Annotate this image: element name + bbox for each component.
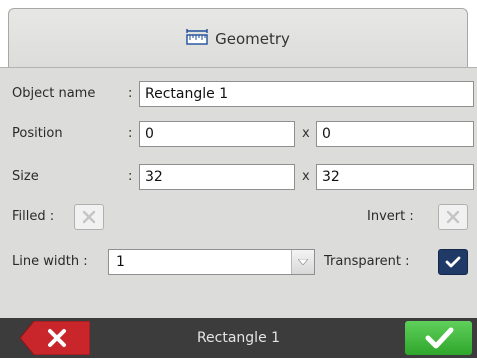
position-label: Position bbox=[12, 126, 63, 141]
object-name-field[interactable]: Rectangle 1 bbox=[139, 81, 474, 107]
size-label: Size bbox=[12, 169, 39, 184]
position-x-separator: x bbox=[302, 126, 310, 141]
position-y-field[interactable]: 0 bbox=[316, 121, 474, 147]
line-width-value: 1 bbox=[116, 254, 125, 270]
ok-button[interactable] bbox=[405, 321, 472, 355]
line-width-row: Line width : 1 Transparent : bbox=[0, 249, 477, 275]
filled-invert-row: Filled : Invert : bbox=[0, 204, 477, 230]
geometry-panel: Object name : Rectangle 1 Position : 0 x… bbox=[0, 67, 477, 319]
invert-x-icon bbox=[446, 210, 460, 224]
filled-label: Filled : bbox=[12, 209, 55, 224]
invert-checkbox[interactable] bbox=[438, 204, 468, 230]
object-name-row: Object name : Rectangle 1 bbox=[0, 81, 477, 107]
position-x-field[interactable]: 0 bbox=[139, 121, 295, 147]
cancel-button[interactable] bbox=[19, 320, 91, 356]
position-row: Position : 0 x 0 bbox=[0, 121, 477, 147]
chevron-down-icon[interactable] bbox=[291, 250, 314, 274]
size-colon: : bbox=[128, 169, 133, 184]
tab-geometry[interactable]: Geometry bbox=[8, 8, 468, 68]
filled-checkbox[interactable] bbox=[74, 204, 104, 230]
object-name-label: Object name bbox=[12, 86, 96, 101]
transparent-label: Transparent : bbox=[324, 254, 410, 269]
size-height-field[interactable]: 32 bbox=[316, 164, 474, 190]
transparent-checkbox[interactable] bbox=[438, 249, 468, 275]
invert-label: Invert : bbox=[367, 209, 414, 224]
check-icon bbox=[445, 256, 461, 268]
line-width-label: Line width : bbox=[12, 254, 88, 269]
ruler-icon bbox=[186, 29, 208, 49]
confirm-check-icon bbox=[425, 327, 453, 349]
size-width-field[interactable]: 32 bbox=[139, 164, 295, 190]
position-colon: : bbox=[128, 126, 133, 141]
tab-title: Geometry bbox=[215, 30, 290, 48]
line-width-select[interactable]: 1 bbox=[108, 249, 315, 275]
tab-strip: Geometry bbox=[0, 0, 477, 68]
filled-x-icon bbox=[82, 210, 96, 224]
object-name-colon: : bbox=[128, 86, 133, 101]
size-row: Size : 32 x 32 bbox=[0, 164, 477, 190]
bottom-bar: Rectangle 1 bbox=[0, 318, 477, 358]
size-x-separator: x bbox=[302, 169, 310, 184]
